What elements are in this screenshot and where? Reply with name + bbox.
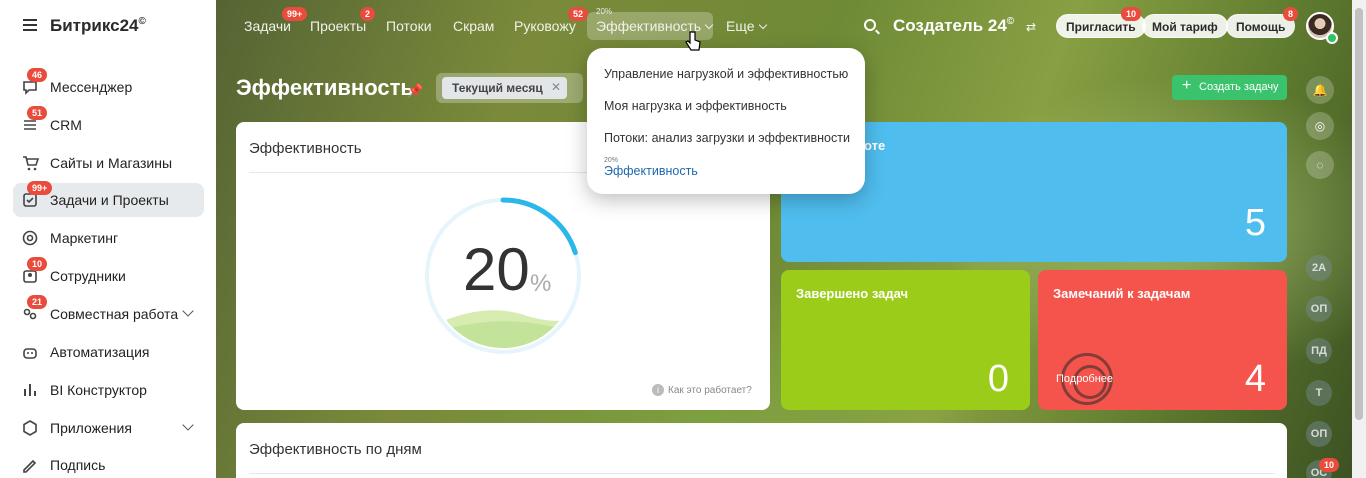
efficiency-unit: %	[530, 270, 552, 297]
efficiency-value: 20	[463, 236, 530, 303]
search-icon[interactable]	[864, 19, 876, 31]
info-icon: i	[652, 384, 664, 396]
stat-title: Завершено задач	[796, 286, 909, 301]
sidebar-item-marketing[interactable]: Маркетинг	[13, 221, 204, 255]
menu-item-efficiency[interactable]: Эффективность	[604, 164, 698, 178]
scrollbar-thumb[interactable]	[1355, 8, 1363, 420]
sidebar-item-label: BI Конструктор	[50, 382, 147, 398]
tab-flows[interactable]: Потоки	[386, 18, 432, 34]
daily-efficiency-card: Эффективность по дням	[236, 423, 1287, 478]
help-badge: 8	[1283, 7, 1299, 21]
avatar[interactable]: ПД	[1306, 338, 1332, 364]
sidebar-item-bi[interactable]: BI Конструктор	[13, 373, 204, 407]
sidebar-badge: 46	[27, 68, 48, 82]
brand-logo[interactable]: Битрикс24©	[50, 16, 146, 36]
portal-name[interactable]: Создатель 24©	[893, 16, 1014, 36]
sidebar-item-messenger[interactable]: 46 Мессенджер	[13, 68, 204, 104]
online-status-icon	[1326, 32, 1338, 44]
menu-item-sup: 20%	[604, 157, 619, 164]
sidebar-badge: 51	[27, 106, 48, 120]
tab-scrum[interactable]: Скрам	[453, 18, 494, 34]
page-title: Эффективность	[236, 75, 414, 100]
tab-badge: 2	[360, 7, 376, 21]
sidebar-item-signature[interactable]: Подпись	[13, 448, 204, 478]
sidebar-item-label: Автоматизация	[50, 344, 150, 360]
sidebar-item-collaboration[interactable]: 21 Совместная работа	[13, 295, 204, 331]
tab-more[interactable]: Еще	[726, 18, 767, 34]
invite-button[interactable]: Пригласить 10	[1056, 7, 1146, 38]
tab-managing[interactable]: Руковожу 52	[514, 7, 589, 34]
activity-icon[interactable]: ◎	[1306, 112, 1334, 140]
stat-value: 5	[1244, 202, 1266, 244]
signature-icon	[23, 459, 37, 473]
sidebar-item-tasks[interactable]: 99+ Задачи и Проекты	[13, 181, 204, 217]
brand-header: Битрикс24©	[0, 0, 216, 52]
more-link[interactable]: Подробнее	[1056, 373, 1113, 385]
menu-item-load-management[interactable]: Управление нагрузкой и эффективностью	[604, 67, 848, 81]
card-title: Эффективность по дням	[249, 441, 422, 458]
sidebar-item-crm[interactable]: 51 CRM	[13, 106, 204, 142]
avatar[interactable]: Т	[1306, 380, 1332, 406]
close-icon[interactable]: ✕	[551, 80, 561, 94]
cart-icon	[23, 156, 39, 171]
avatar-badge: 10	[1319, 458, 1340, 472]
sidebar-item-label: Задачи и Проекты	[50, 192, 169, 208]
chat-search-icon[interactable]: ◌	[1306, 151, 1334, 179]
top-navigation: Задачи 99+ Проекты 2 Потоки Скрам Руковожу…	[216, 0, 1366, 52]
sidebar-item-sites[interactable]: Сайты и Магазины	[13, 146, 204, 180]
tab-badge: 52	[568, 7, 589, 21]
bar-chart-icon	[24, 384, 36, 396]
avatar[interactable]: 2А	[1306, 255, 1332, 281]
sidebar-item-apps[interactable]: Приложения	[13, 411, 204, 445]
avatar[interactable]: ОП	[1306, 296, 1332, 322]
sidebar-badge: 21	[27, 295, 48, 309]
sidebar-item-label: Сайты и Магазины	[50, 155, 173, 171]
efficiency-dropdown-menu: Управление нагрузкой и эффективностью Мо…	[587, 48, 865, 194]
sidebar-item-label: Подпись	[50, 457, 106, 473]
sidebar-badge: 99+	[27, 181, 53, 195]
pin-icon[interactable]: 📌	[407, 83, 423, 99]
tab-sup: 20%	[596, 7, 613, 16]
menu-item-my-load[interactable]: Моя нагрузка и эффективность	[604, 99, 787, 113]
filter-chip[interactable]: Текущий месяц	[442, 77, 567, 99]
chevron-down-icon	[704, 20, 714, 30]
tab-tasks[interactable]: Задачи 99+	[244, 7, 308, 34]
tariff-button[interactable]: Мой тариф	[1142, 14, 1228, 38]
stat-value: 4	[1244, 358, 1266, 400]
sidebar-item-employees[interactable]: 10 Сотрудники	[13, 257, 204, 293]
sidebar-badge: 10	[27, 257, 48, 271]
completed-card: Завершено задач 0	[781, 270, 1030, 410]
hand-cursor-icon	[685, 31, 701, 51]
divider	[249, 473, 1274, 474]
tab-badge: 99+	[282, 7, 308, 21]
switch-icon[interactable]: ⇄	[1026, 20, 1036, 34]
menu-burger-icon[interactable]	[23, 19, 37, 31]
chevron-down-icon	[182, 305, 194, 317]
invite-badge: 10	[1121, 7, 1142, 21]
avatar[interactable]: ОП	[1306, 421, 1332, 447]
scrollbar[interactable]	[1352, 0, 1366, 478]
how-it-works-link[interactable]: i Как это работает?	[652, 384, 752, 396]
sidebar-item-label: Сотрудники	[50, 268, 126, 284]
bell-icon[interactable]: 🔔	[1306, 76, 1334, 104]
chevron-down-icon	[758, 20, 767, 30]
sidebar-item-label: Маркетинг	[50, 230, 119, 246]
chevron-down-icon	[182, 419, 194, 431]
create-task-button[interactable]: Создать задачу	[1172, 75, 1287, 100]
apps-icon	[23, 420, 37, 436]
stat-title: Замечаний к задачам	[1053, 286, 1191, 301]
sidebar-item-label: Приложения	[50, 420, 132, 436]
sidebar-item-automation[interactable]: Автоматизация	[13, 335, 204, 369]
target-icon	[22, 230, 38, 246]
card-title: Эффективность	[249, 140, 362, 157]
help-button[interactable]: Помощь 8	[1226, 7, 1299, 38]
sidebar-item-label: Совместная работа	[50, 306, 179, 322]
sidebar-item-label: Мессенджер	[50, 79, 133, 95]
tab-projects[interactable]: Проекты 2	[310, 7, 376, 34]
robot-icon	[23, 348, 37, 359]
stat-value: 0	[987, 358, 1009, 400]
sidebar-item-label: CRM	[50, 117, 82, 133]
menu-item-flows-analysis[interactable]: Потоки: анализ загрузки и эффективности	[604, 131, 850, 145]
sidebar: Битрикс24© 46 Мессенджер 51 CRM Сайты и …	[0, 0, 216, 478]
